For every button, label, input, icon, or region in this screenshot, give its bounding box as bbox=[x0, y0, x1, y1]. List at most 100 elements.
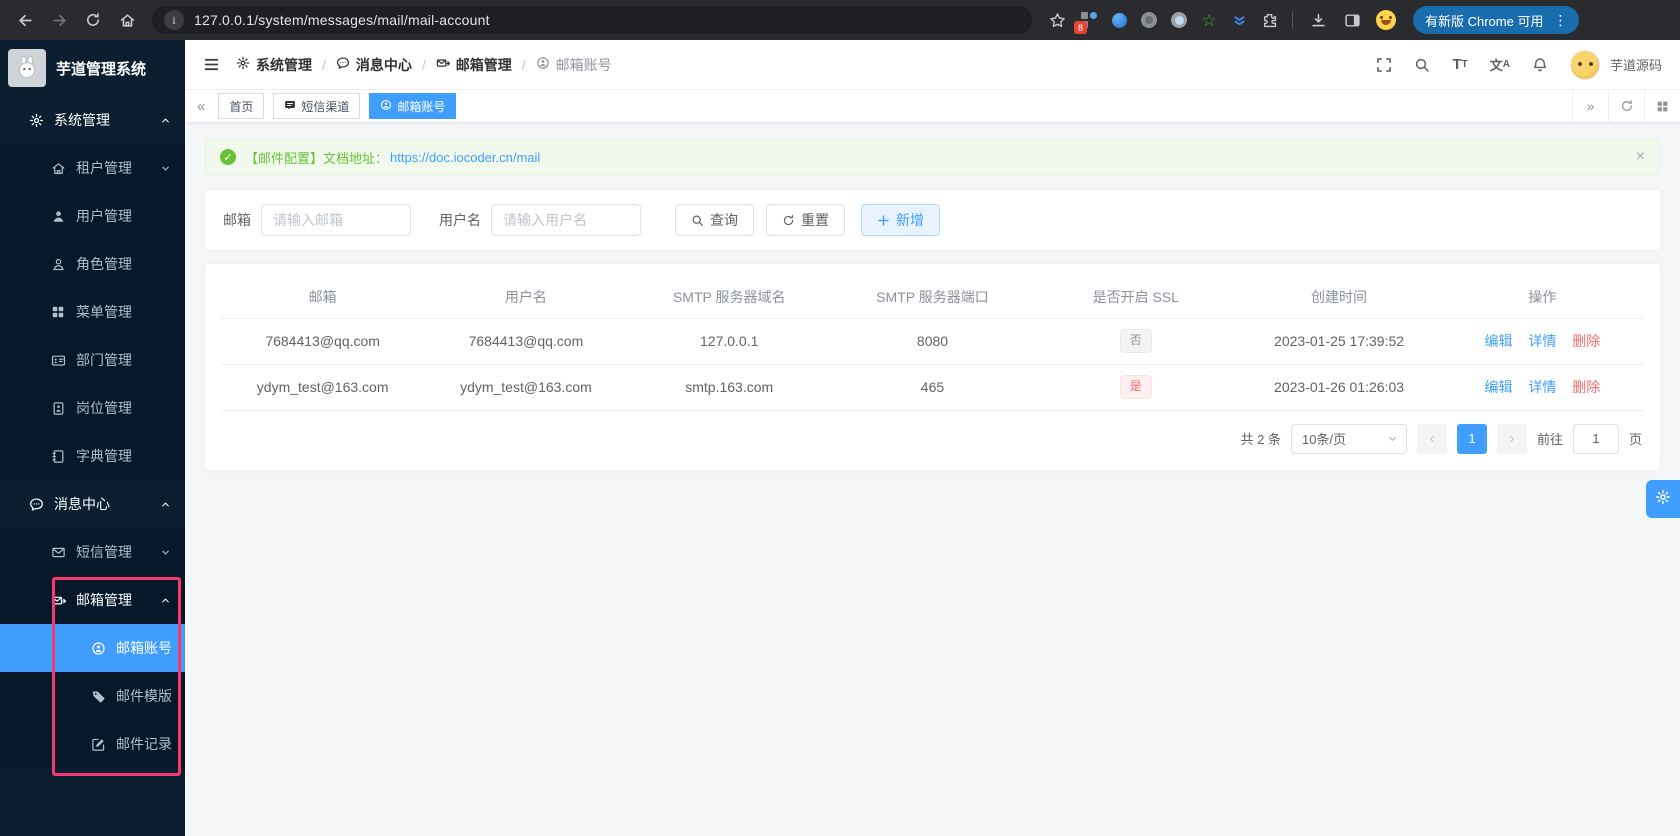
home-icon[interactable] bbox=[112, 5, 142, 35]
envelope-icon bbox=[50, 544, 66, 560]
user-avatar[interactable] bbox=[1569, 49, 1600, 80]
detail-link[interactable]: 详情 bbox=[1528, 379, 1556, 395]
sidebar-item-label: 邮箱管理 bbox=[76, 592, 132, 608]
profile-avatar-icon[interactable] bbox=[1371, 5, 1401, 35]
sidebar-item-system[interactable]: 系统管理 bbox=[0, 96, 185, 144]
sidebar-item-label: 系统管理 bbox=[54, 112, 110, 128]
app-logo bbox=[8, 49, 46, 87]
extension-icon-6[interactable] bbox=[1226, 7, 1252, 33]
layout-grid-icon[interactable] bbox=[1644, 90, 1680, 122]
tab-mail-account[interactable]: 邮箱账号 bbox=[369, 93, 457, 119]
cell-mail: ydym_test@163.com bbox=[221, 364, 425, 411]
breadcrumb-item-message[interactable]: 消息中心 bbox=[336, 55, 412, 75]
translate-icon[interactable]: 文A bbox=[1490, 55, 1510, 74]
badge-icon bbox=[50, 400, 66, 416]
reset-button[interactable]: 重置 bbox=[766, 204, 845, 236]
sidebar-item-label: 邮箱账号 bbox=[116, 640, 172, 656]
close-icon[interactable]: × bbox=[1636, 148, 1645, 166]
site-info-icon[interactable]: i bbox=[164, 10, 184, 30]
username-input[interactable] bbox=[491, 204, 641, 236]
idcard-icon bbox=[50, 352, 66, 368]
bookmark-star-icon[interactable] bbox=[1042, 5, 1072, 35]
url-text[interactable]: 127.0.0.1/system/messages/mail/mail-acco… bbox=[194, 12, 490, 28]
fullscreen-icon[interactable] bbox=[1376, 57, 1392, 73]
extension-icon-1[interactable]: 8 bbox=[1074, 7, 1102, 34]
sidebar-item-label: 角色管理 bbox=[76, 256, 132, 272]
collapse-menu-icon[interactable] bbox=[203, 56, 220, 73]
delete-link[interactable]: 删除 bbox=[1572, 379, 1600, 395]
total-count: 共 2 条 bbox=[1240, 432, 1281, 447]
tab-sms-channel[interactable]: 短信渠道 bbox=[273, 93, 361, 119]
person-outline-icon bbox=[50, 256, 66, 272]
extension-icon-4[interactable] bbox=[1166, 7, 1192, 33]
search-button-label: 查询 bbox=[710, 212, 738, 228]
sidebar-item-post[interactable]: 岗位管理 bbox=[0, 384, 185, 432]
refresh-icon[interactable] bbox=[1608, 90, 1644, 122]
doc-link[interactable]: https://doc.iocoder.cn/mail bbox=[390, 150, 540, 165]
sidebar-item-label: 用户管理 bbox=[76, 208, 132, 224]
tab-label: 首页 bbox=[229, 99, 254, 114]
sidebar-item-mail[interactable]: 邮箱管理 bbox=[0, 576, 185, 624]
search-button[interactable]: 查询 bbox=[675, 204, 754, 236]
current-page-button[interactable]: 1 bbox=[1456, 423, 1487, 454]
forward-icon[interactable] bbox=[44, 5, 74, 35]
tab-home[interactable]: 首页 bbox=[218, 93, 265, 119]
sidebar-item-sms[interactable]: 短信管理 bbox=[0, 528, 185, 576]
tag-icon bbox=[90, 688, 106, 704]
back-icon[interactable] bbox=[10, 5, 40, 35]
goto-page-input[interactable] bbox=[1572, 423, 1619, 454]
tabs-scroll-right-icon[interactable]: » bbox=[1572, 90, 1608, 122]
sidebar-item-dict[interactable]: 字典管理 bbox=[0, 432, 185, 480]
sidebar-item-mail-template[interactable]: 邮件模版 bbox=[0, 672, 185, 720]
add-button[interactable]: 新增 bbox=[861, 204, 940, 236]
edit-link[interactable]: 编辑 bbox=[1484, 333, 1512, 349]
cell-domain: smtp.163.com bbox=[627, 364, 831, 411]
gear-icon bbox=[236, 56, 250, 73]
extension-icon-3[interactable] bbox=[1136, 7, 1162, 33]
extension-icon-2[interactable] bbox=[1106, 7, 1132, 33]
email-label: 邮箱 bbox=[223, 212, 251, 228]
tabs-scroll-left-icon[interactable]: « bbox=[193, 98, 209, 115]
cell-port: 465 bbox=[830, 364, 1035, 411]
sidebar-item-tenant[interactable]: 租户管理 bbox=[0, 144, 185, 192]
pagination: 共 2 条 10条/页 ‹ 1 › 前往 页 bbox=[221, 411, 1644, 466]
sidebar-item-mail-account[interactable]: 邮箱账号 bbox=[0, 624, 185, 672]
chrome-update-chip[interactable]: 有新版 Chrome 可用 ⋮ bbox=[1413, 6, 1580, 34]
bell-icon[interactable] bbox=[1532, 57, 1548, 73]
user-name[interactable]: 芋道源码 bbox=[1610, 55, 1662, 74]
search-icon[interactable] bbox=[1414, 57, 1430, 73]
font-size-icon[interactable]: TT bbox=[1452, 56, 1467, 73]
side-panel-icon[interactable] bbox=[1337, 5, 1367, 35]
downloads-icon[interactable] bbox=[1303, 5, 1333, 35]
breadcrumb-item-mail[interactable]: 邮箱管理 bbox=[436, 55, 512, 75]
grid-icon bbox=[50, 304, 66, 320]
extensions-puzzle-icon[interactable] bbox=[1256, 7, 1282, 33]
reload-icon[interactable] bbox=[78, 5, 108, 35]
detail-link[interactable]: 详情 bbox=[1528, 333, 1556, 349]
edit-link[interactable]: 编辑 bbox=[1484, 379, 1512, 395]
sidebar-item-label: 菜单管理 bbox=[76, 304, 132, 320]
address-bar[interactable]: i 127.0.0.1/system/messages/mail/mail-ac… bbox=[152, 6, 1032, 34]
sidebar-item-label: 邮件模版 bbox=[116, 688, 172, 704]
sidebar-item-dept[interactable]: 部门管理 bbox=[0, 336, 185, 384]
settings-drawer-button[interactable] bbox=[1646, 480, 1680, 518]
kebab-menu-icon[interactable]: ⋮ bbox=[1553, 12, 1567, 29]
cell-created: 2023-01-25 17:39:52 bbox=[1237, 318, 1441, 365]
add-button-label: 新增 bbox=[896, 212, 924, 228]
email-input[interactable] bbox=[261, 204, 411, 236]
breadcrumb-item-system[interactable]: 系统管理 bbox=[236, 55, 312, 75]
sidebar-item-message-center[interactable]: 消息中心 bbox=[0, 480, 185, 528]
sidebar-item-label: 短信管理 bbox=[76, 544, 132, 560]
sidebar-item-role[interactable]: 角色管理 bbox=[0, 240, 185, 288]
mail-send-icon bbox=[436, 56, 450, 73]
app-logo-row[interactable]: 芋道管理系统 bbox=[0, 40, 185, 96]
delete-link[interactable]: 删除 bbox=[1572, 333, 1600, 349]
next-page-button[interactable]: › bbox=[1496, 423, 1527, 454]
chevron-up-icon bbox=[160, 595, 171, 606]
sidebar-item-mail-log[interactable]: 邮件记录 bbox=[0, 720, 185, 768]
prev-page-button[interactable]: ‹ bbox=[1416, 423, 1447, 454]
page-size-select[interactable]: 10条/页 bbox=[1290, 423, 1407, 454]
sidebar-item-user[interactable]: 用户管理 bbox=[0, 192, 185, 240]
extension-icon-5[interactable]: ☆ bbox=[1196, 7, 1222, 33]
sidebar-item-menu[interactable]: 菜单管理 bbox=[0, 288, 185, 336]
